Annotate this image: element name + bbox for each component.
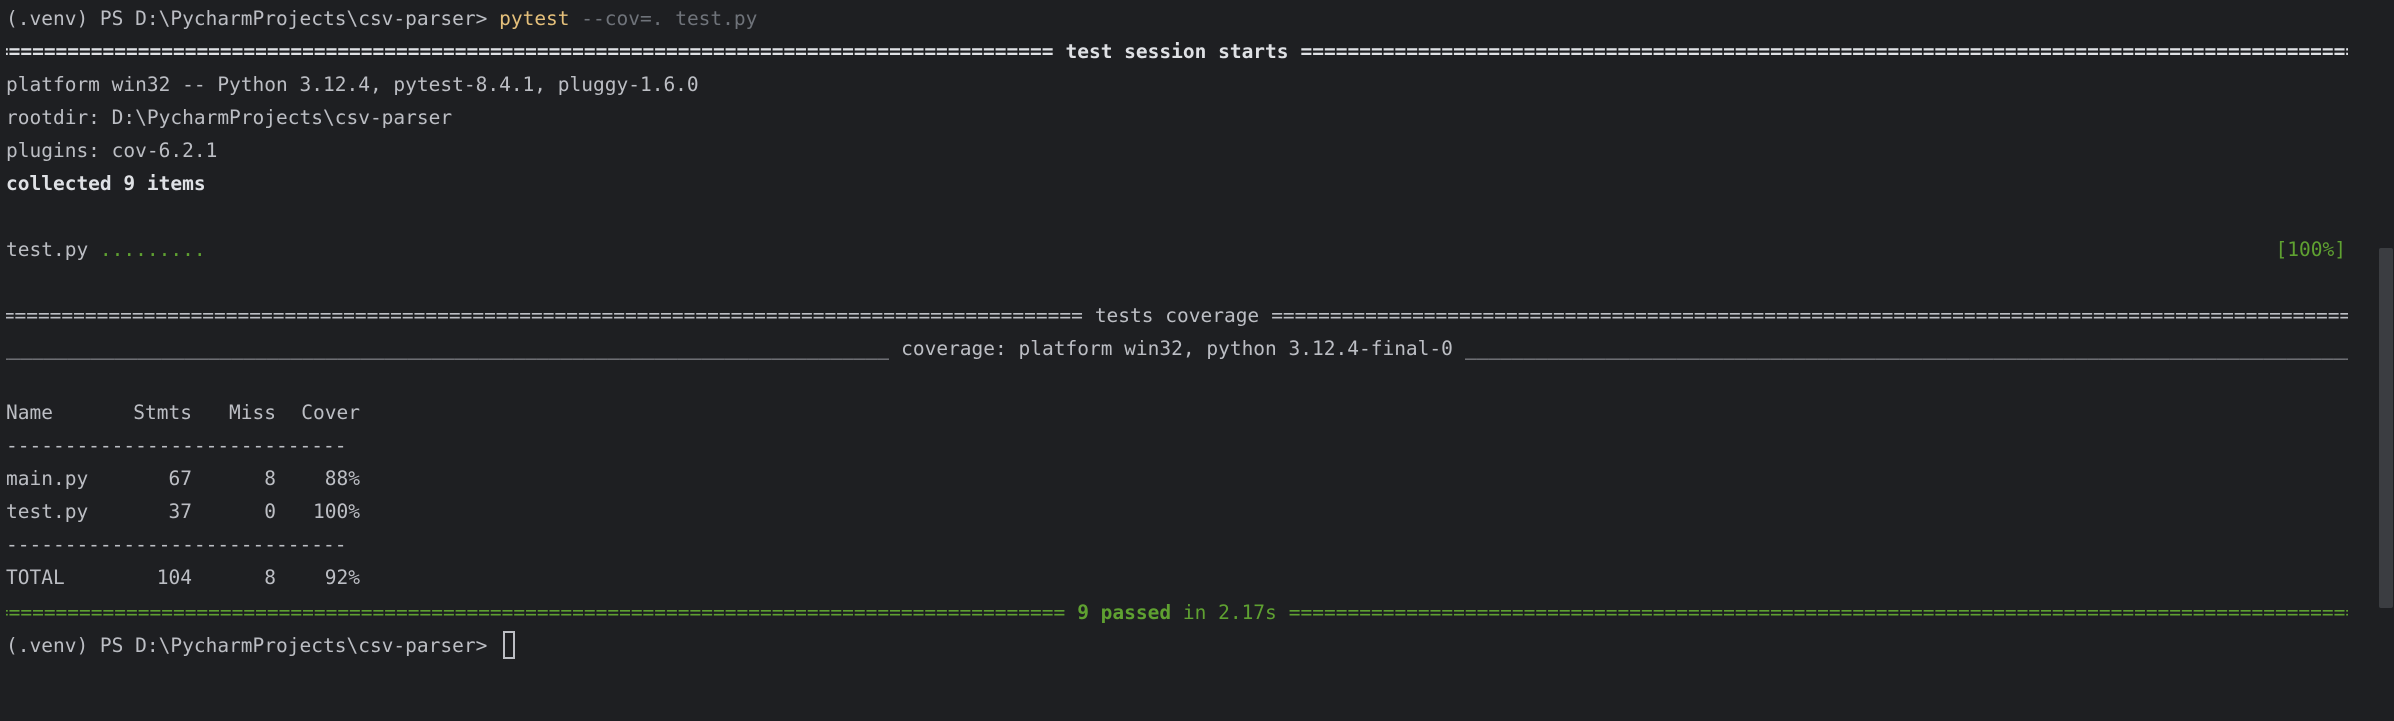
separator-right: ========================================… — [1300, 40, 2348, 63]
test-progress-line: test.py ......... — [6, 233, 206, 266]
prompt-line[interactable]: (.venv) PS D:\PycharmProjects\csv-parser… — [6, 629, 516, 662]
separator-left: ________________________________________… — [6, 337, 890, 360]
test-file-name: test.py — [6, 238, 100, 261]
column-header: Cover — [301, 401, 360, 424]
separator-right: ========================================… — [1271, 304, 2348, 327]
separator-line: ----------------------------- — [6, 434, 347, 457]
vertical-scrollbar[interactable] — [2376, 0, 2394, 721]
result-summary: 9 passed in 2.17s — [1065, 596, 1289, 629]
terminal-output[interactable]: (.venv) PS D:\PycharmProjects\csv-parser… — [0, 0, 2372, 721]
table-separator: ----------------------------- — [6, 429, 360, 462]
scrollbar-thumb[interactable] — [2379, 248, 2393, 608]
cell-cover: 88% — [324, 467, 360, 490]
test-dots: ......... — [99, 238, 206, 261]
cell-name: test.py — [6, 500, 89, 523]
plugins-info: plugins: cov-6.2.1 — [6, 139, 218, 162]
rootdir-info: rootdir: D:\PycharmProjects\csv-parser — [6, 106, 453, 129]
command-name: pytest — [499, 7, 570, 30]
separator-left: ========================================… — [6, 601, 1066, 624]
coverage-subbanner: ________________________________________… — [6, 332, 2348, 365]
coverage-banner-label: tests coverage — [1094, 304, 1260, 327]
cell-stmts: 67 — [168, 467, 192, 490]
result-banner: ========================================… — [6, 596, 2348, 629]
prompt-prefix: (.venv) PS D:\PycharmProjects\csv-parser… — [6, 634, 500, 657]
cell-miss: 0 — [264, 500, 276, 523]
separator-left: ========================================… — [6, 40, 1054, 63]
command-line: (.venv) PS D:\PycharmProjects\csv-parser… — [6, 2, 757, 35]
separator-line: ----------------------------- — [6, 533, 347, 556]
column-header: Name — [6, 401, 53, 424]
collected-info: collected 9 items — [6, 172, 206, 195]
cell-stmts: 37 — [168, 500, 192, 523]
table-row: test.py 37 0 100% — [6, 495, 360, 528]
coverage-subbanner-label: coverage: platform win32, python 3.12.4-… — [901, 337, 1453, 360]
cell-cover: 92% — [324, 566, 360, 589]
coverage-table: Name Stmts Miss Cover ------------------… — [6, 396, 360, 594]
column-header: Miss — [229, 401, 276, 424]
passed-count: 9 passed — [1077, 601, 1172, 624]
cell-miss: 8 — [264, 566, 276, 589]
cell-miss: 8 — [264, 467, 276, 490]
platform-info: platform win32 -- Python 3.12.4, pytest-… — [6, 73, 699, 96]
coverage-banner: ========================================… — [6, 299, 2348, 332]
separator-right: ========================================… — [1288, 601, 2348, 624]
test-progress-percent: [100%] — [2275, 238, 2346, 261]
text-cursor[interactable] — [503, 630, 516, 659]
cell-stmts: 104 — [156, 566, 192, 589]
coverage-table-header: Name Stmts Miss Cover — [6, 396, 360, 429]
separator-left: ========================================… — [6, 304, 1083, 327]
column-header: Stmts — [133, 401, 192, 424]
table-total-row: TOTAL 104 8 92% — [6, 561, 360, 594]
command-args: --cov=. test.py — [569, 7, 758, 30]
session-start-label: test session starts — [1065, 40, 1289, 63]
prompt-prefix: (.venv) PS D:\PycharmProjects\csv-parser… — [6, 7, 500, 30]
table-row: main.py 67 8 88% — [6, 462, 360, 495]
elapsed-time: in 2.17s — [1171, 601, 1277, 624]
cell-name: TOTAL — [6, 566, 65, 589]
table-separator: ----------------------------- — [6, 528, 360, 561]
session-start-banner: ========================================… — [6, 35, 2348, 68]
separator-right: ________________________________________… — [1464, 337, 2348, 360]
cell-cover: 100% — [313, 500, 360, 523]
cell-name: main.py — [6, 467, 89, 490]
